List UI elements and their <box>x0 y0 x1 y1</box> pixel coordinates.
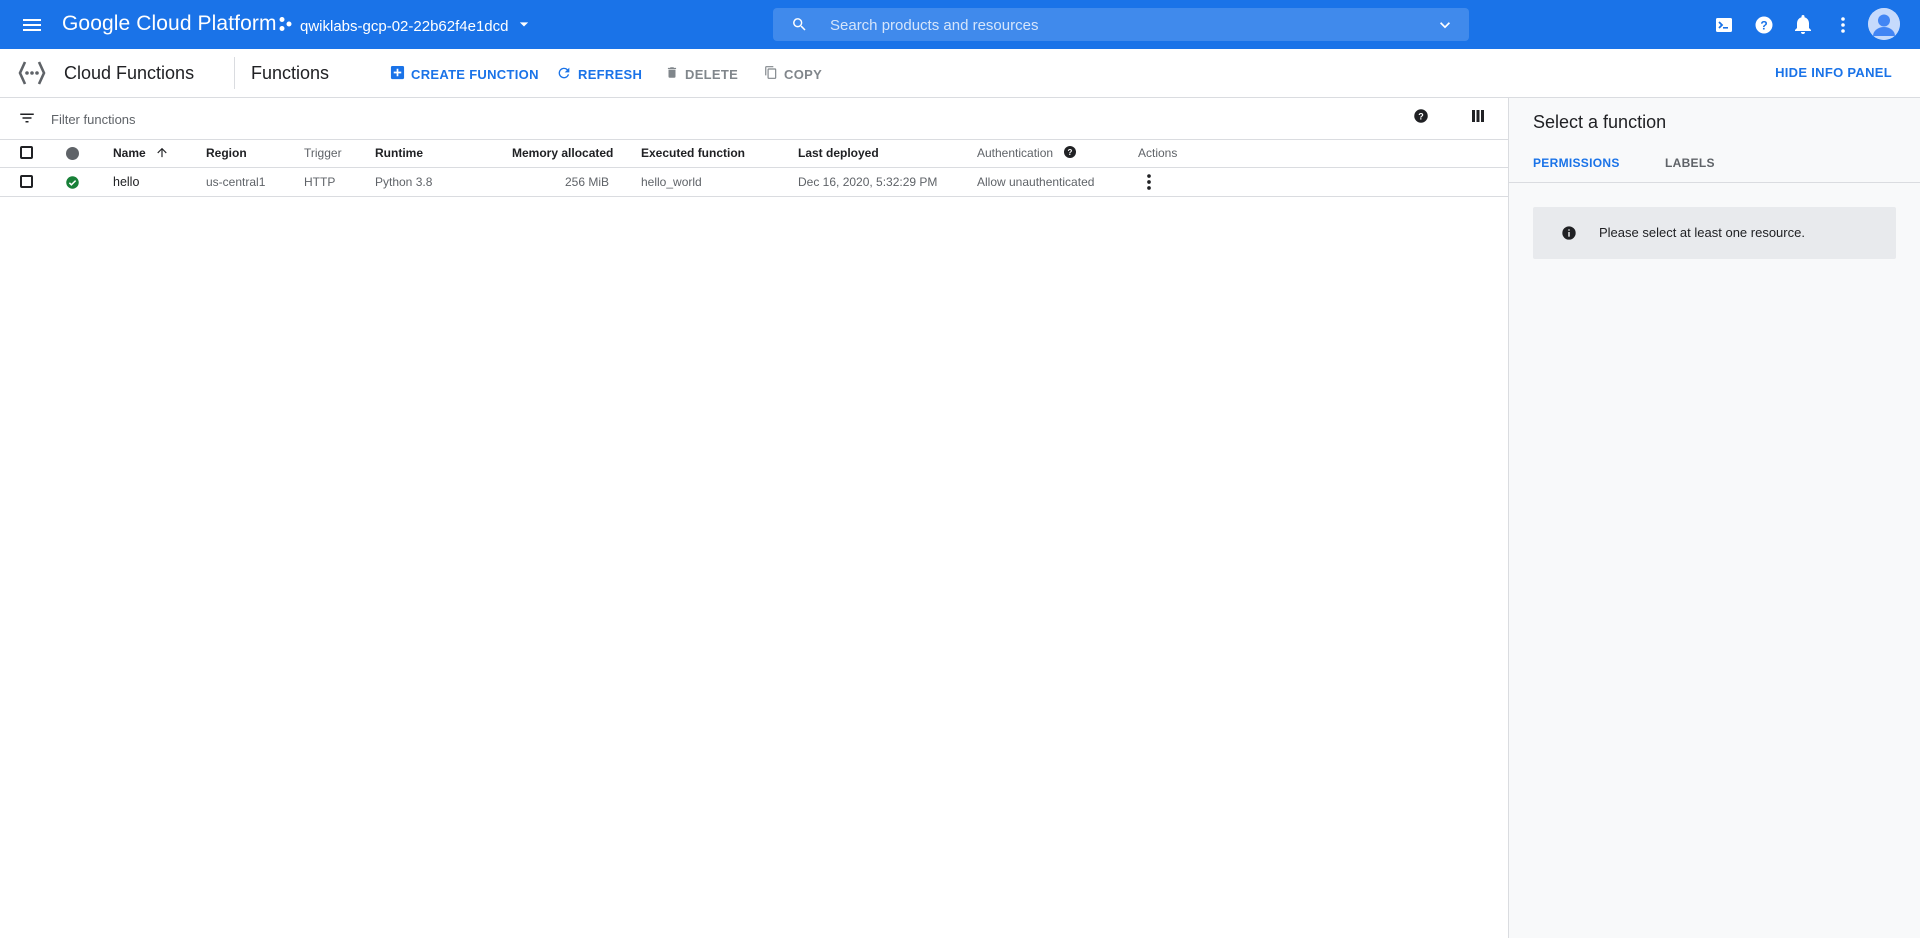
filter-input[interactable] <box>49 106 753 132</box>
project-name: qwiklabs-gcp-02-22b62f4e1dcd <box>300 17 509 35</box>
cell-executed-function: hello_world <box>641 175 702 189</box>
top-app-bar: Google Cloud Platform qwiklabs-gcp-02-22… <box>0 0 1920 49</box>
avatar[interactable] <box>1868 8 1900 40</box>
refresh-label: REFRESH <box>578 67 643 82</box>
cell-trigger: HTTP <box>304 175 336 189</box>
brand-title[interactable]: Google Cloud Platform <box>62 12 277 36</box>
notifications-icon[interactable] <box>1791 13 1815 37</box>
page-header: Cloud Functions Functions CREATE FUNCTIO… <box>0 49 1920 98</box>
column-display-icon[interactable] <box>1469 107 1487 130</box>
cell-last-deployed: Dec 16, 2020, 5:32:29 PM <box>798 175 938 189</box>
chevron-down-icon <box>514 14 534 38</box>
status-column-icon <box>66 147 79 160</box>
info-notice: Please select at least one resource. <box>1533 207 1896 259</box>
functions-list: ? Name Region Trigger Runtime Memory all… <box>0 98 1509 938</box>
delete-button[interactable]: DELETE <box>665 65 738 83</box>
more-vert-icon[interactable] <box>1831 13 1855 37</box>
product-name: Cloud Functions <box>64 63 195 83</box>
info-notice-text: Please select at least one resource. <box>1599 225 1805 240</box>
page-title: Functions <box>251 63 330 83</box>
search-input[interactable] <box>828 8 1392 43</box>
column-header-region[interactable]: Region <box>206 139 247 167</box>
column-header-memory[interactable]: Memory allocated <box>512 139 613 167</box>
info-panel: Select a function PERMISSIONS LABELS Ple… <box>1509 98 1920 938</box>
cell-runtime: Python 3.8 <box>375 175 433 189</box>
info-panel-title: Select a function <box>1533 112 1667 132</box>
svg-text:?: ? <box>1068 148 1073 157</box>
info-panel-tabs: PERMISSIONS LABELS <box>1509 147 1920 183</box>
column-header-authentication-label: Authentication <box>977 146 1054 160</box>
create-function-label: CREATE FUNCTION <box>411 66 539 82</box>
refresh-icon <box>556 65 578 84</box>
column-header-actions: Actions <box>1138 146 1178 160</box>
cell-authentication: Allow unauthenticated <box>977 175 1095 189</box>
filter-icon[interactable] <box>18 109 36 132</box>
project-selector[interactable]: qwiklabs-gcp-02-22b62f4e1dcd <box>278 14 534 38</box>
function-name-link[interactable]: hello <box>113 168 139 196</box>
copy-label: COPY <box>784 66 823 82</box>
column-header-executed-function[interactable]: Executed function <box>641 139 745 167</box>
add-box-icon <box>390 65 411 83</box>
column-header-name-label: Name <box>113 146 146 160</box>
search-icon <box>791 16 808 38</box>
refresh-button[interactable]: REFRESH <box>556 65 642 84</box>
search-bar[interactable] <box>773 8 1469 43</box>
table-help-icon[interactable]: ? <box>1412 107 1430 130</box>
hide-info-panel-button[interactable]: HIDE INFO PANEL <box>1775 65 1892 80</box>
project-icon <box>278 16 294 36</box>
svg-text:?: ? <box>1760 19 1767 33</box>
cell-region: us-central1 <box>206 175 266 189</box>
select-all-checkbox[interactable] <box>20 146 33 159</box>
delete-label: DELETE <box>685 66 739 82</box>
svg-text:?: ? <box>1418 111 1424 121</box>
sort-arrow-up-icon <box>155 147 169 163</box>
cell-memory: 256 MiB <box>564 175 609 189</box>
tab-labels[interactable]: LABELS <box>1665 156 1715 170</box>
menu-icon[interactable] <box>20 13 44 37</box>
status-ok-icon <box>65 175 80 195</box>
row-checkbox[interactable] <box>20 175 33 188</box>
tab-permissions[interactable]: PERMISSIONS <box>1533 156 1620 170</box>
filter-bar: ? <box>0 98 1508 140</box>
cloud-functions-icon <box>16 57 48 94</box>
create-function-button[interactable]: CREATE FUNCTION <box>390 65 539 83</box>
help-icon[interactable]: ? <box>1752 13 1776 37</box>
cloud-shell-icon[interactable] <box>1712 13 1736 37</box>
copy-icon <box>764 65 784 83</box>
search-expand-icon[interactable] <box>1435 15 1455 40</box>
info-icon <box>1561 225 1577 246</box>
delete-icon <box>665 65 685 83</box>
header-divider <box>234 57 235 89</box>
table-header: Name Region Trigger Runtime Memory alloc… <box>0 139 1508 168</box>
column-header-authentication[interactable]: Authentication ? <box>977 139 1078 167</box>
copy-button[interactable]: COPY <box>764 65 822 83</box>
column-header-trigger[interactable]: Trigger <box>304 139 342 167</box>
column-header-runtime[interactable]: Runtime <box>375 139 423 167</box>
auth-help-icon[interactable]: ? <box>1062 146 1078 163</box>
column-header-last-deployed[interactable]: Last deployed <box>798 139 879 167</box>
column-header-name[interactable]: Name <box>113 139 169 167</box>
row-actions-more-icon[interactable] <box>1138 171 1160 198</box>
table-row[interactable]: hello us-central1 HTTP Python 3.8 256 Mi… <box>0 168 1508 197</box>
